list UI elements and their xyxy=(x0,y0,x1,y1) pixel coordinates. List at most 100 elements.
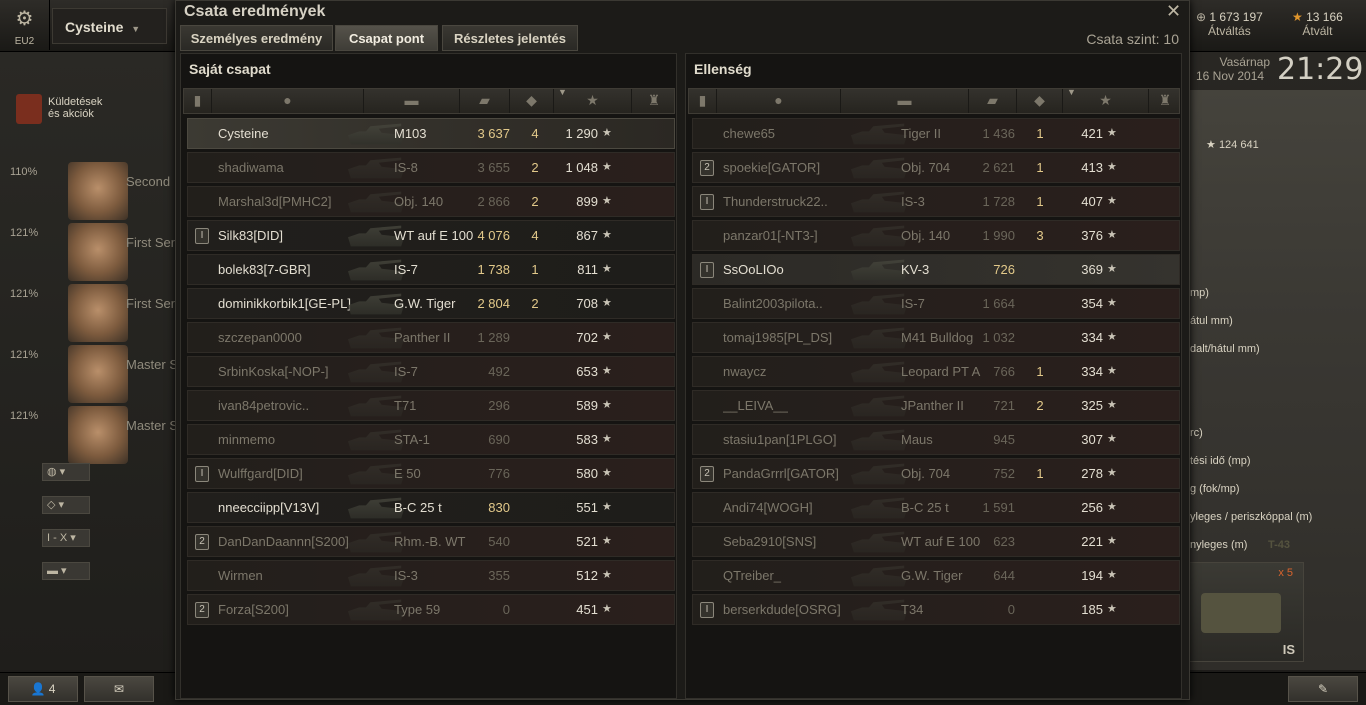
player-row[interactable]: dominikkorbik1[GE-PL] G.W. Tiger 2 804 2 708… xyxy=(187,288,675,319)
player-name[interactable]: Thunderstruck22.. xyxy=(723,187,853,216)
player-row[interactable]: ivan84petrovic.. T71 296 589 ★ xyxy=(187,390,675,421)
kills-icon[interactable]: ◆ xyxy=(1017,89,1063,113)
star-icon: ★ xyxy=(1107,501,1117,513)
player-name[interactable]: SsOoLIOo xyxy=(723,255,853,284)
player-row[interactable]: Wirmen IS-3 355 512 ★ xyxy=(187,560,675,591)
player-icon[interactable]: ● xyxy=(212,89,364,113)
player-row[interactable]: QTreiber_ G.W. Tiger 644 194 ★ xyxy=(692,560,1180,591)
nation-filter[interactable]: ◍ ▾ xyxy=(42,463,90,481)
player-name[interactable]: shadiwama xyxy=(218,153,368,182)
player-name[interactable]: chewe65 xyxy=(723,119,853,148)
player-name[interactable]: Forza[S200] xyxy=(218,595,368,624)
player-row[interactable]: Balint2003pilota.. IS-7 1 664 354 ★ xyxy=(692,288,1180,319)
damage-icon[interactable]: ▰ xyxy=(969,89,1017,113)
player-account-button[interactable]: Cysteine ▼ xyxy=(52,8,167,44)
player-name[interactable]: Marshal3d[PMHC2] xyxy=(218,187,368,216)
player-row[interactable]: I SsOoLIOo KV-3 726 369 ★ xyxy=(692,254,1180,285)
squad-icon[interactable]: ▮ xyxy=(184,89,212,113)
crew-member[interactable]: 121% First Ser xyxy=(8,284,178,342)
tab-detailed-report[interactable]: Részletes jelentés xyxy=(442,25,578,51)
player-name[interactable]: bolek83[7-GBR] xyxy=(218,255,368,284)
player-row[interactable]: 2 DanDanDaannn[S200] Rhm.-B. WT 540 521 ★ xyxy=(187,526,675,557)
player-row[interactable]: I Wulffgard[DID] E 50 776 580 ★ xyxy=(187,458,675,489)
gold-exchange-button[interactable]: ★ 13 166 Átvált xyxy=(1292,10,1343,38)
player-name[interactable]: Cysteine xyxy=(218,119,368,148)
player-name[interactable]: Wirmen xyxy=(218,561,368,590)
player-name[interactable]: ivan84petrovic.. xyxy=(218,391,368,420)
tank-icon[interactable]: ▬ xyxy=(841,89,969,113)
player-name[interactable]: spoekie[GATOR] xyxy=(723,153,853,182)
vehicle-filter[interactable]: ▬ ▾ xyxy=(42,562,90,580)
player-name[interactable]: SrbinKoska[-NOP-] xyxy=(218,357,368,386)
player-name[interactable]: berserkdude[OSRG] xyxy=(723,595,853,624)
player-name[interactable]: szczepan0000 xyxy=(218,323,368,352)
player-name[interactable]: DanDanDaannn[S200] xyxy=(218,527,368,556)
player-row[interactable]: I Silk83[DID] WT auf E 100 4 076 4 867 ★ xyxy=(187,220,675,251)
player-row[interactable]: shadiwama IS-8 3 655 2 1 048 ★ xyxy=(187,152,675,183)
player-row[interactable]: nwaycz Leopard PT A 766 1 334 ★ xyxy=(692,356,1180,387)
star-icon: ★ xyxy=(1206,139,1216,151)
player-row[interactable]: stasiu1pan[1PLGO] Maus 945 307 ★ xyxy=(692,424,1180,455)
player-name[interactable]: Silk83[DID] xyxy=(218,221,368,250)
player-row[interactable]: Seba2910[SNS] WT auf E 100 623 221 ★ xyxy=(692,526,1180,557)
tab-team-score[interactable]: Csapat pont xyxy=(335,25,438,51)
crew-skill-pct: 121% xyxy=(10,288,39,300)
player-row[interactable]: SrbinKoska[-NOP-] IS-7 492 653 ★ xyxy=(187,356,675,387)
player-row[interactable]: chewe65 Tiger II 1 436 1 421 ★ xyxy=(692,118,1180,149)
carousel-tank-card[interactable]: x 5 IS xyxy=(1186,562,1304,662)
player-name[interactable]: dominikkorbik1[GE-PL] xyxy=(218,289,368,318)
player-name[interactable]: nwaycz xyxy=(723,357,853,386)
medal-icon[interactable]: ♜ xyxy=(632,89,676,113)
player-row[interactable]: 2 Forza[S200] Type 59 0 451 ★ xyxy=(187,594,675,625)
player-row[interactable]: __LEIVA__ JPanther II 721 2 325 ★ xyxy=(692,390,1180,421)
player-row[interactable]: Marshal3d[PMHC2] Obj. 140 2 866 2 899 ★ xyxy=(187,186,675,217)
chat-channel-button[interactable]: ✎ xyxy=(1288,676,1358,702)
squad-icon[interactable]: ▮ xyxy=(689,89,717,113)
player-row[interactable]: panzar01[-NT3-] Obj. 140 1 990 3 376 ★ xyxy=(692,220,1180,251)
xp-star-icon[interactable]: ▼ ★ xyxy=(554,87,632,113)
player-name[interactable]: minmemo xyxy=(218,425,368,454)
tank-icon[interactable]: ▬ xyxy=(364,89,460,113)
player-row[interactable]: Andi74[WOGH] B-C 25 t1 591 256 ★ xyxy=(692,492,1180,523)
player-name[interactable]: Seba2910[SNS] xyxy=(723,527,853,556)
damage-icon[interactable]: ▰ xyxy=(460,89,510,113)
player-row[interactable]: I Thunderstruck22.. IS-3 1 728 1 407 ★ xyxy=(692,186,1180,217)
player-row[interactable]: 2 PandaGrrrl[GATOR] Obj. 704 752 1 278 ★ xyxy=(692,458,1180,489)
crew-member[interactable]: 121% Master S xyxy=(8,345,178,403)
xp-star-icon[interactable]: ▼ ★ xyxy=(1063,87,1149,113)
player-name[interactable]: Balint2003pilota.. xyxy=(723,289,853,318)
player-row[interactable]: tomaj1985[PL_DS] M41 Bulldog 1 032 334 ★ xyxy=(692,322,1180,353)
chat-button[interactable]: ✉ xyxy=(84,676,154,702)
player-name[interactable]: Andi74[WOGH] xyxy=(723,493,853,522)
crew-member[interactable]: 121% First Ser xyxy=(8,223,178,281)
crew-member[interactable]: 110% Second xyxy=(8,162,178,220)
player-row[interactable]: Cysteine M103 3 637 4 1 290 ★ xyxy=(187,118,675,149)
player-row[interactable]: bolek83[7-GBR] IS-7 1 738 1 811 ★ xyxy=(187,254,675,285)
tier-filter[interactable]: I - X ▾ xyxy=(42,529,90,547)
contacts-button[interactable]: 👤 4 xyxy=(8,676,78,702)
player-name[interactable]: PandaGrrrl[GATOR] xyxy=(723,459,853,488)
star-icon: ★ xyxy=(1107,263,1117,275)
player-row[interactable]: Iberserkdude[OSRG] T34 0 185 ★ xyxy=(692,594,1180,625)
player-icon[interactable]: ● xyxy=(717,89,841,113)
player-name[interactable]: nneecciipp[V13V] xyxy=(218,493,368,522)
close-icon[interactable]: ✕ xyxy=(1166,1,1181,22)
kills-icon[interactable]: ◆ xyxy=(510,89,554,113)
tab-personal-result[interactable]: Személyes eredmény xyxy=(180,25,333,51)
player-name[interactable]: tomaj1985[PL_DS] xyxy=(723,323,853,352)
player-name[interactable]: __LEIVA__ xyxy=(723,391,853,420)
player-row[interactable]: minmemo STA-1 690 583 ★ xyxy=(187,424,675,455)
player-name[interactable]: stasiu1pan[1PLGO] xyxy=(723,425,853,454)
player-row[interactable]: nneecciipp[V13V] B-C 25 t 830 551 ★ xyxy=(187,492,675,523)
server-settings-button[interactable]: ⚙ EU2 xyxy=(0,0,50,50)
player-row[interactable]: 2 spoekie[GATOR] Obj. 704 2 621 1 413 ★ xyxy=(692,152,1180,183)
player-row[interactable]: szczepan0000 Panther II 1 289 702 ★ xyxy=(187,322,675,353)
crew-member[interactable]: 121% Master S xyxy=(8,406,178,464)
player-name[interactable]: panzar01[-NT3-] xyxy=(723,221,853,250)
medal-icon[interactable]: ♜ xyxy=(1149,89,1181,113)
type-filter[interactable]: ◇ ▾ xyxy=(42,496,90,514)
player-name[interactable]: Wulffgard[DID] xyxy=(218,459,368,488)
credits-exchange-button[interactable]: ⊕ 1 673 197 Átváltás xyxy=(1196,10,1263,38)
missions-button[interactable]: Küldetések és akciók xyxy=(12,92,122,128)
player-name[interactable]: QTreiber_ xyxy=(723,561,853,590)
